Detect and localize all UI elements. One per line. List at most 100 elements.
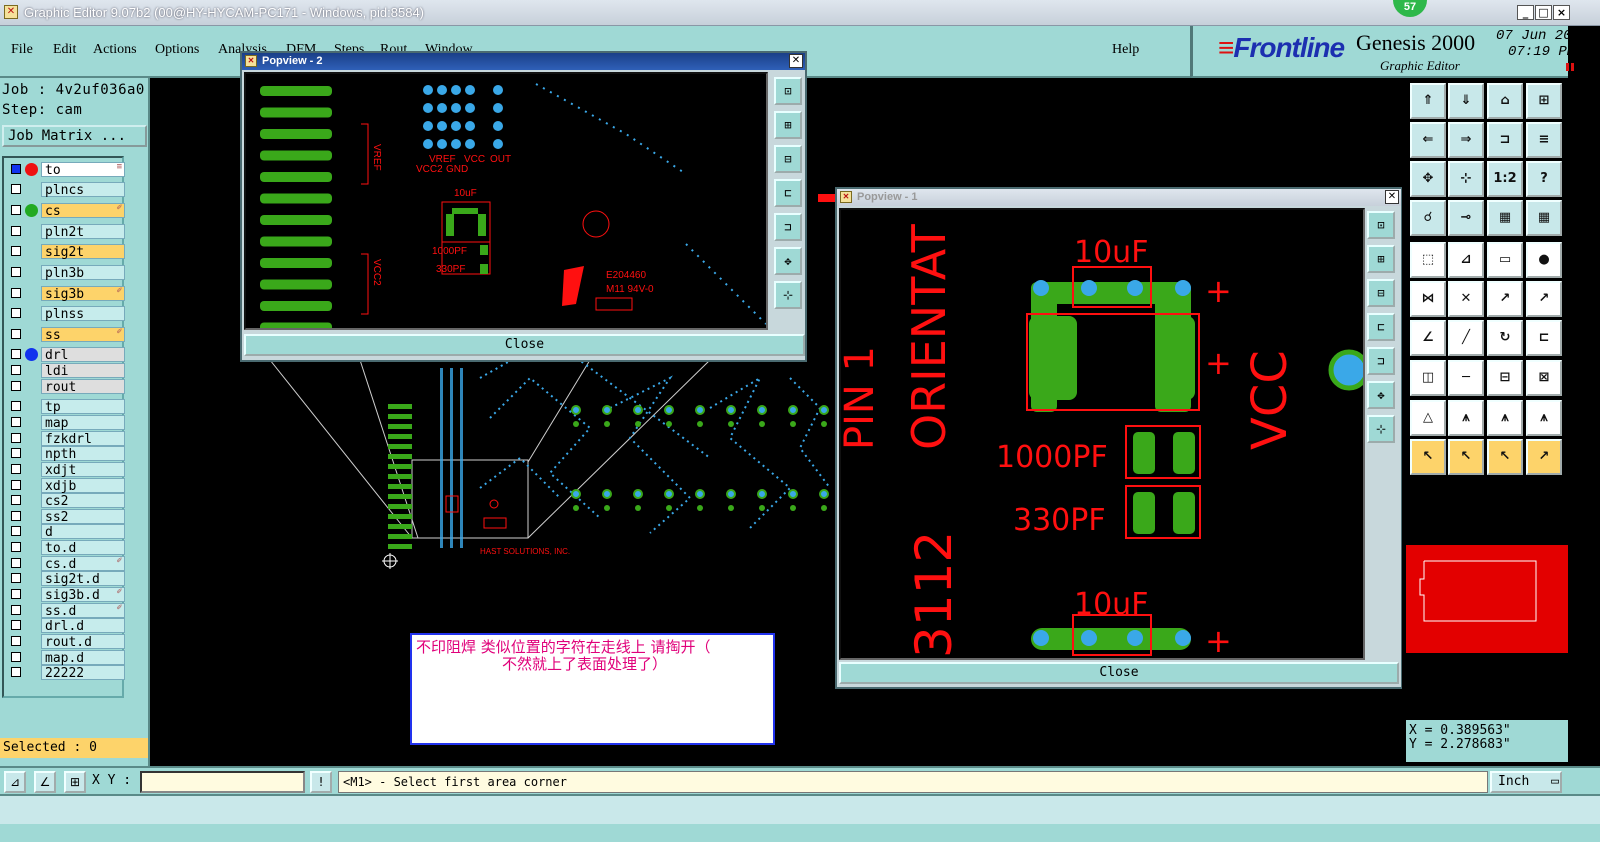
layer-row-xdjb[interactable]: xdjb [7,478,125,494]
layer-checkbox[interactable] [11,652,21,662]
popview-tool-4[interactable]: ⊏ [774,179,802,207]
layer-row-ss[interactable]: ss ✐ [7,327,125,343]
layer-name[interactable]: sig3b [41,286,125,302]
pause-icon[interactable] [1566,63,1574,71]
layer-checkbox[interactable] [11,573,21,583]
layer-row-ldi[interactable]: ldi [7,363,125,379]
layer-checkbox[interactable] [11,667,21,677]
tool-button-2[interactable]: ⇓ [1448,83,1484,119]
board-thumbnail[interactable] [1406,545,1568,653]
tool-button-8[interactable]: ≡ [1526,122,1562,158]
layer-checkbox[interactable] [11,605,21,615]
layer-row-pln2t[interactable]: pln2t [7,224,125,240]
layer-checkbox[interactable] [11,589,21,599]
layer-row-22222[interactable]: 22222 [7,665,125,681]
layer-row-npth[interactable]: npth [7,446,125,462]
tool-button-31[interactable]: ⊟ [1487,360,1523,396]
minimize-button[interactable]: _ [1517,5,1534,20]
layer-row-cs2[interactable]: cs2 [7,493,125,509]
popview-1-canvas[interactable]: 10uF 1000PF 330PF 10uF VCC ORIENTAT PIN … [839,208,1365,660]
layer-name[interactable]: plnss [41,306,125,322]
tool-button-28[interactable]: ⊏ [1526,320,1562,356]
popview-tool-5[interactable]: ⊐ [774,213,802,241]
popview-1-tool-2[interactable]: ⊞ [1367,245,1395,273]
popview-tool-6[interactable]: ✥ [774,247,802,275]
layer-name[interactable]: ss [41,327,125,343]
popview-1-close-icon[interactable]: ✕ [1385,190,1399,204]
layer-row-tp[interactable]: tp [7,399,125,415]
popview-2-close-icon[interactable]: ✕ [789,54,803,68]
tool-button-19[interactable]: ▭ [1487,242,1523,278]
layer-name[interactable]: ss.d [41,603,125,619]
layer-name[interactable]: rout.d [41,634,125,650]
menu-help[interactable]: Help [1112,42,1139,58]
popview-2-close-button[interactable]: Close [244,334,805,356]
tool-button-23[interactable]: ↗ [1487,281,1523,317]
popview-1-tool-4[interactable]: ⊏ [1367,313,1395,341]
layer-row-to[interactable]: to ≡ [7,162,125,178]
tool-button-17[interactable]: ⬚ [1410,242,1446,278]
tool-button-6[interactable]: ⇒ [1448,122,1484,158]
layer-checkbox[interactable] [11,480,21,490]
tool-button-12[interactable]: ? [1526,161,1562,197]
popview-tool-2[interactable]: ⊞ [774,111,802,139]
layer-name[interactable]: tp [41,399,125,415]
tool-button-21[interactable]: ⋈ [1410,281,1446,317]
layer-row-map[interactable]: map [7,415,125,431]
tool-button-29[interactable]: ◫ [1410,360,1446,396]
layer-row-rout.d[interactable]: rout.d [7,634,125,650]
layer-row-rout[interactable]: rout [7,379,125,395]
layer-name[interactable]: fzkdrl [41,431,125,447]
popview-2-canvas[interactable]: VREF VCC OUT VCC2 GND 10uF 1000PF 330PF … [244,72,768,330]
tool-button-33[interactable]: △ [1410,400,1446,436]
tool-button-5[interactable]: ⇐ [1410,122,1446,158]
layer-checkbox[interactable] [11,526,21,536]
layer-checkbox[interactable] [11,495,21,505]
layer-row-map.d[interactable]: map.d [7,650,125,666]
layer-row-cs[interactable]: cs ✐ [7,203,125,219]
layer-name[interactable]: plncs [41,182,125,198]
layer-name[interactable]: map [41,415,125,431]
popview-1-close-button[interactable]: Close [839,662,1399,684]
job-matrix-button[interactable]: Job Matrix ... [2,125,147,147]
layer-row-sig2t[interactable]: sig2t [7,244,125,260]
popview-tool-7[interactable]: ⊹ [774,281,802,309]
menu-file[interactable]: File [11,42,33,58]
layer-checkbox[interactable] [11,267,21,277]
popview-1-titlebar[interactable]: ✕ Popview - 1 ✕ [837,189,1401,206]
tool-button-13[interactable]: ☌ [1410,200,1446,236]
menu-actions[interactable]: Actions [93,42,137,58]
layer-checkbox[interactable] [11,164,21,174]
tool-button-14[interactable]: ⊸ [1448,200,1484,236]
tool-button-38[interactable]: ↖ [1448,439,1484,475]
layer-name[interactable]: drl.d [41,618,125,634]
tool-button-22[interactable]: ✕ [1448,281,1484,317]
layer-row-pln3b[interactable]: pln3b [7,265,125,281]
layer-name[interactable]: pln2t [41,224,125,240]
layer-row-drl[interactable]: drl [7,347,125,363]
tool-button-11[interactable]: 1:2 [1487,161,1523,197]
layer-name[interactable]: drl [41,347,125,363]
popview-1-tool-1[interactable]: ⊡ [1367,211,1395,239]
tool-button-10[interactable]: ⊹ [1448,161,1484,197]
measure-icon[interactable]: ∠ [34,771,56,793]
popview-2-titlebar[interactable]: ✕ Popview - 2 ✕ [242,53,805,70]
layer-row-drl.d[interactable]: drl.d [7,618,125,634]
layer-checkbox[interactable] [11,246,21,256]
popview-tool-3[interactable]: ⊟ [774,145,802,173]
layer-name[interactable]: d [41,524,125,540]
tool-button-15[interactable]: ▦ [1487,200,1523,236]
layer-checkbox[interactable] [11,308,21,318]
units-dropdown[interactable]: Inch ▭ [1490,771,1562,793]
layer-row-sig3b.d[interactable]: sig3b.d ✐ [7,587,125,603]
layer-checkbox[interactable] [11,349,21,359]
layer-checkbox[interactable] [11,464,21,474]
layer-row-sig3b[interactable]: sig3b ✐ [7,286,125,302]
layer-checkbox[interactable] [11,401,21,411]
layer-checkbox[interactable] [11,288,21,298]
layer-checkbox[interactable] [11,417,21,427]
info-icon[interactable]: ! [310,771,332,793]
layer-row-plncs[interactable]: plncs [7,182,125,198]
tool-button-9[interactable]: ✥ [1410,161,1446,197]
menu-options[interactable]: Options [155,42,199,58]
